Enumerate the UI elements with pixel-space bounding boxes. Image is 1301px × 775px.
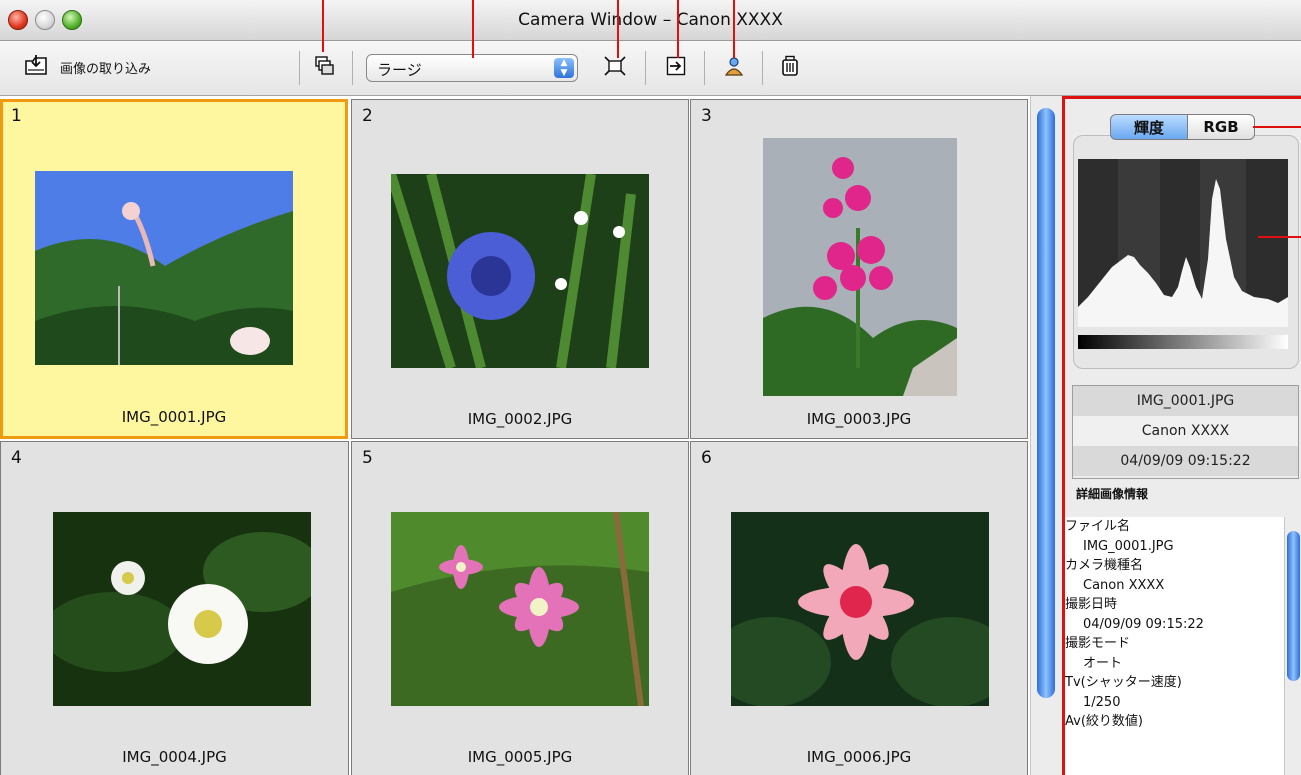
detail-info-scrollbar[interactable]	[1284, 517, 1301, 775]
detail-value-shutter-speed: 1/250	[1083, 694, 1121, 710]
thumbnail-cell[interactable]: 2 IMG_0002.JPG	[351, 99, 689, 439]
thumbnail-filename: IMG_0002.JPG	[467, 410, 573, 428]
slideshow-button[interactable]	[313, 56, 337, 80]
thumbnail-image	[35, 171, 293, 365]
detail-label-filename: ファイル名	[1065, 519, 1131, 534]
thumbnail-filename: IMG_0005.JPG	[467, 748, 573, 766]
image-summary: IMG_0001.JPG Canon XXXX 04/09/09 09:15:2…	[1072, 385, 1299, 479]
thumbnail-cell[interactable]: 3 IMG_0003.JPG	[690, 99, 1028, 439]
detail-label-aperture: Av(絞り数値)	[1065, 714, 1143, 729]
histogram-mode-tabs: 輝度 RGB	[1110, 114, 1255, 142]
toolbar-divider	[704, 51, 705, 85]
thumbnail-size-select[interactable]: ラージ ▲ ▼	[366, 54, 578, 82]
detail-label-shooting-mode: 撮影モード	[1065, 636, 1131, 651]
annotation-line	[1253, 126, 1301, 128]
detail-label-camera-model: カメラ機種名	[1065, 558, 1144, 573]
annotation-line	[733, 0, 735, 58]
thumbnail-filename: IMG_0001.JPG	[121, 408, 227, 426]
detail-value-camera-model: Canon XXXX	[1083, 577, 1165, 593]
annotation-line	[322, 0, 324, 52]
thumbnail-grid: 1 IMG_0001.JPG 2 IMG_0002.JPG 3 IMG_0003…	[0, 96, 1030, 775]
toolbar: 画像の取り込み ラージ ▲ ▼	[0, 41, 1301, 96]
detail-value-shooting-mode: オート	[1083, 655, 1123, 671]
detail-info-label: 詳細画像情報	[1076, 487, 1149, 501]
import-images-button[interactable]: 画像の取り込み	[24, 53, 151, 81]
image-info-panel: 輝度 RGB IMG_0001.JPG Canon XXXX 04/09/09 …	[1062, 96, 1301, 775]
detail-info-list: ファイル名 IMG_0001.JPG カメラ機種名 Canon XXXX 撮影日…	[1065, 517, 1284, 775]
thumbnail-image	[763, 138, 957, 396]
camera-window: Camera Window – Canon XXXX 画像の取り込み ラージ ▲…	[0, 0, 1301, 775]
thumbnail-cell[interactable]: 1 IMG_0001.JPG	[0, 99, 348, 439]
thumbnail-image	[731, 512, 989, 706]
summary-datetime: 04/09/09 09:15:22	[1073, 446, 1298, 476]
window-title: Camera Window – Canon XXXX	[518, 10, 783, 30]
thumbnail-cell[interactable]: 4 IMG_0004.JPG	[0, 441, 349, 775]
detail-label-shutter-speed: Tv(シャッター速度)	[1065, 675, 1182, 690]
thumbnail-number: 5	[362, 448, 373, 468]
trash-icon	[780, 55, 800, 81]
thumbnail-filename: IMG_0004.JPG	[122, 748, 227, 766]
import-folder-icon	[24, 53, 50, 81]
slideshow-icon	[315, 56, 335, 80]
detail-value-shot-datetime: 04/09/09 09:15:22	[1083, 616, 1204, 632]
detail-label-shot-datetime: 撮影日時	[1065, 597, 1118, 612]
detail-value-filename: IMG_0001.JPG	[1083, 538, 1174, 554]
thumbnail-number: 3	[701, 106, 712, 126]
toolbar-divider	[762, 51, 763, 85]
thumbnail-image	[391, 174, 649, 368]
thumbnail-filename: IMG_0003.JPG	[806, 410, 912, 428]
fit-window-button[interactable]	[603, 56, 627, 80]
thumbnail-cell[interactable]: 5 IMG_0005.JPG	[351, 441, 689, 775]
annotation-line	[677, 0, 679, 58]
import-images-label: 画像の取り込み	[60, 61, 152, 77]
chevron-updown-icon: ▲ ▼	[554, 58, 574, 78]
camera-person-icon	[723, 55, 745, 81]
grid-scrollbar-thumb[interactable]	[1037, 108, 1055, 698]
grid-scrollbar[interactable]	[1030, 96, 1061, 775]
annotation-line	[617, 0, 619, 58]
thumbnail-number: 4	[11, 448, 22, 468]
tab-rgb[interactable]: RGB	[1188, 114, 1255, 140]
luminance-histogram	[1078, 159, 1288, 349]
summary-filename: IMG_0001.JPG	[1073, 386, 1298, 416]
tab-luminance[interactable]: 輝度	[1110, 114, 1188, 140]
thumbnail-number: 6	[701, 448, 712, 468]
annotation-line	[472, 0, 474, 58]
toolbar-divider	[645, 51, 646, 85]
title-bar: Camera Window – Canon XXXX	[0, 0, 1301, 41]
fit-window-icon	[604, 56, 626, 80]
summary-camera: Canon XXXX	[1073, 416, 1298, 446]
thumbnail-image	[391, 512, 649, 706]
thumbnail-image	[53, 512, 311, 706]
thumbnail-number: 2	[362, 106, 373, 126]
thumbnail-cell[interactable]: 6 IMG_0006.JPG	[690, 441, 1028, 775]
export-arrow-icon	[666, 56, 686, 80]
thumbnail-number: 1	[11, 106, 22, 126]
delete-button[interactable]	[778, 55, 802, 81]
thumbnail-filename: IMG_0006.JPG	[806, 748, 912, 766]
annotation-line	[1258, 236, 1301, 238]
export-button[interactable]	[664, 56, 688, 80]
camera-settings-button[interactable]	[722, 56, 746, 80]
toolbar-divider	[352, 51, 353, 85]
detail-info-scrollbar-thumb[interactable]	[1287, 531, 1300, 681]
toolbar-divider	[299, 51, 300, 85]
thumbnail-size-value: ラージ	[377, 61, 422, 79]
